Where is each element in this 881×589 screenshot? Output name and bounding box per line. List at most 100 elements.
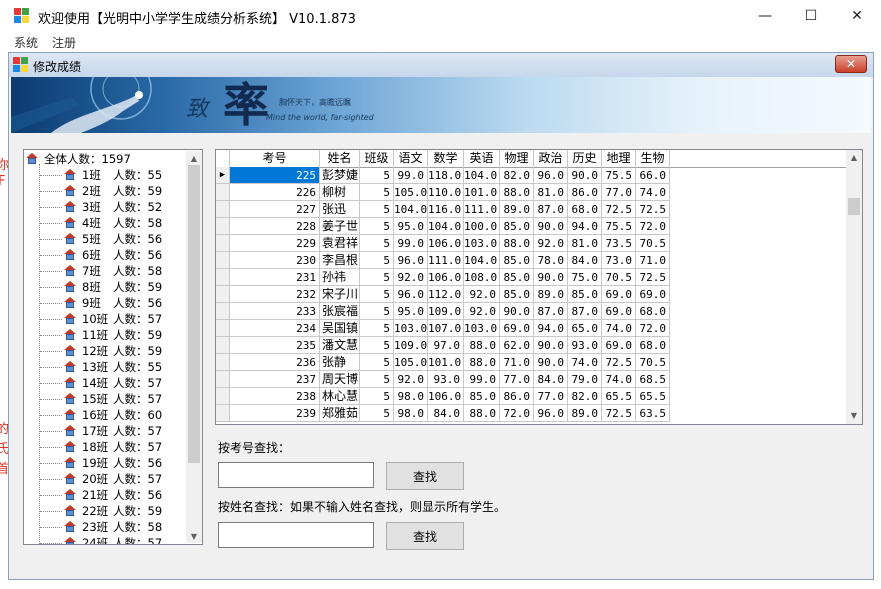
table-cell[interactable]: 92.0 [394, 371, 428, 388]
table-cell[interactable]: 103.0 [464, 320, 500, 337]
table-cell[interactable]: 73.5 [602, 235, 636, 252]
table-cell[interactable]: 227 [230, 201, 320, 218]
table-cell[interactable]: 104.0 [464, 167, 500, 184]
table-cell[interactable]: 106.0 [428, 269, 464, 286]
table-cell[interactable]: 5 [360, 371, 394, 388]
row-header[interactable] [216, 388, 230, 405]
row-header[interactable] [216, 269, 230, 286]
table-row[interactable]: 238 林心慧 5 98.0 106.0 85.0 86.0 77.0 82.0 65.5 65.5 [216, 388, 846, 405]
table-cell[interactable]: 71.0 [636, 252, 670, 269]
tree-class-item[interactable]: 3班 人数：52 [24, 199, 184, 215]
table-cell[interactable]: 96.0 [394, 286, 428, 303]
table-cell[interactable]: 84.0 [568, 252, 602, 269]
table-cell[interactable]: 93.0 [428, 371, 464, 388]
scroll-up-icon[interactable]: ▲ [846, 150, 862, 164]
table-cell[interactable]: 107.0 [428, 320, 464, 337]
table-cell[interactable]: 5 [360, 167, 394, 184]
table-cell[interactable]: 118.0 [428, 167, 464, 184]
table-cell[interactable]: 231 [230, 269, 320, 286]
table-cell[interactable]: 88.0 [500, 184, 534, 201]
column-header[interactable]: 语文 [394, 150, 428, 167]
table-cell[interactable]: 92.0 [464, 286, 500, 303]
search-id-input[interactable] [218, 462, 374, 488]
table-cell[interactable]: 75.0 [568, 269, 602, 286]
table-cell[interactable]: 林心慧 [320, 388, 360, 405]
scroll-down-icon[interactable]: ▼ [846, 408, 862, 422]
table-cell[interactable]: 92.0 [464, 303, 500, 320]
table-cell[interactable]: 85.0 [464, 388, 500, 405]
tree-scrollbar[interactable]: ▲ ▼ [186, 151, 202, 543]
table-cell[interactable]: 88.0 [464, 337, 500, 354]
table-cell[interactable]: 74.0 [568, 354, 602, 371]
table-cell[interactable]: 88.0 [464, 405, 500, 422]
table-cell[interactable]: 94.0 [534, 320, 568, 337]
table-cell[interactable]: 5 [360, 320, 394, 337]
column-header[interactable]: 姓名 [320, 150, 360, 167]
column-header[interactable]: 政治 [534, 150, 568, 167]
table-cell[interactable]: 78.0 [534, 252, 568, 269]
table-cell[interactable]: 87.0 [534, 201, 568, 218]
column-header[interactable]: 数学 [428, 150, 464, 167]
table-row[interactable]: 235 潘文慧 5 109.0 97.0 88.0 62.0 90.0 93.0 69.0 68.0 [216, 337, 846, 354]
table-cell[interactable]: 79.0 [568, 371, 602, 388]
table-cell[interactable]: 234 [230, 320, 320, 337]
current-row-marker[interactable]: ▶ [216, 167, 230, 184]
row-header[interactable] [216, 235, 230, 252]
column-header[interactable]: 考号 [230, 150, 320, 167]
table-cell[interactable]: 69.0 [602, 337, 636, 354]
tree-class-item[interactable]: 20班 人数：57 [24, 471, 184, 487]
table-cell[interactable]: 89.0 [568, 405, 602, 422]
tree-class-item[interactable]: 17班 人数：57 [24, 423, 184, 439]
table-cell[interactable]: 70.5 [602, 269, 636, 286]
table-cell[interactable]: 95.0 [394, 218, 428, 235]
table-cell[interactable]: 69.0 [602, 286, 636, 303]
table-cell[interactable]: 96.0 [534, 405, 568, 422]
table-cell[interactable]: 104.0 [394, 201, 428, 218]
table-cell[interactable]: 68.0 [636, 337, 670, 354]
table-cell[interactable]: 86.0 [568, 184, 602, 201]
table-cell[interactable]: 108.0 [464, 269, 500, 286]
table-cell[interactable]: 112.0 [428, 286, 464, 303]
table-cell[interactable]: 彭梦婕 [320, 167, 360, 184]
table-row[interactable]: 239 郑雅茹 5 98.0 84.0 88.0 72.0 96.0 89.0 72.5 63.5 [216, 405, 846, 422]
table-cell[interactable]: 5 [360, 303, 394, 320]
close-button[interactable]: ✕ [834, 0, 880, 32]
column-header[interactable]: 物理 [500, 150, 534, 167]
table-cell[interactable]: 66.0 [636, 167, 670, 184]
table-cell[interactable]: 5 [360, 405, 394, 422]
table-cell[interactable]: 92.0 [394, 269, 428, 286]
table-cell[interactable]: 77.0 [534, 388, 568, 405]
table-cell[interactable]: 99.0 [394, 167, 428, 184]
grid-scrollbar[interactable]: ▲ ▼ [846, 150, 862, 424]
table-cell[interactable]: 72.5 [636, 201, 670, 218]
tree-class-item[interactable]: 1班 人数：55 [24, 167, 184, 183]
table-cell[interactable]: 72.0 [500, 405, 534, 422]
tree-class-item[interactable]: 15班 人数：57 [24, 391, 184, 407]
table-cell[interactable]: 5 [360, 235, 394, 252]
child-close-button[interactable]: ✕ [835, 55, 867, 73]
table-cell[interactable]: 72.0 [636, 218, 670, 235]
table-cell[interactable]: 90.0 [534, 354, 568, 371]
table-cell[interactable]: 106.0 [428, 235, 464, 252]
table-cell[interactable]: 65.5 [636, 388, 670, 405]
search-name-input[interactable] [218, 522, 374, 548]
table-cell[interactable]: 230 [230, 252, 320, 269]
table-cell[interactable]: 孙祎 [320, 269, 360, 286]
table-cell[interactable]: 5 [360, 388, 394, 405]
table-cell[interactable]: 109.0 [394, 337, 428, 354]
table-row[interactable]: 230 李昌根 5 96.0 111.0 104.0 85.0 78.0 84.0 73.0 71.… [216, 252, 846, 269]
table-row[interactable]: 233 张宸福 5 95.0 109.0 92.0 90.0 87.0 87.0 69.0 68.0 [216, 303, 846, 320]
table-cell[interactable]: 周天博 [320, 371, 360, 388]
table-cell[interactable]: 86.0 [500, 388, 534, 405]
search-id-button[interactable]: 查找 [386, 462, 464, 490]
tree-class-item[interactable]: 7班 人数：58 [24, 263, 184, 279]
table-cell[interactable]: 68.0 [636, 303, 670, 320]
table-row[interactable]: 227 张迅 5 104.0 116.0 111.0 89.0 87.0 68.0 72.5 72.… [216, 201, 846, 218]
table-cell[interactable]: 235 [230, 337, 320, 354]
tree-class-item[interactable]: 24班 人数：57 [24, 535, 184, 544]
table-cell[interactable]: 85.0 [500, 252, 534, 269]
table-cell[interactable]: 104.0 [464, 252, 500, 269]
tree-scroll-thumb[interactable] [188, 165, 200, 463]
table-cell[interactable]: 95.0 [394, 303, 428, 320]
table-cell[interactable]: 89.0 [534, 286, 568, 303]
